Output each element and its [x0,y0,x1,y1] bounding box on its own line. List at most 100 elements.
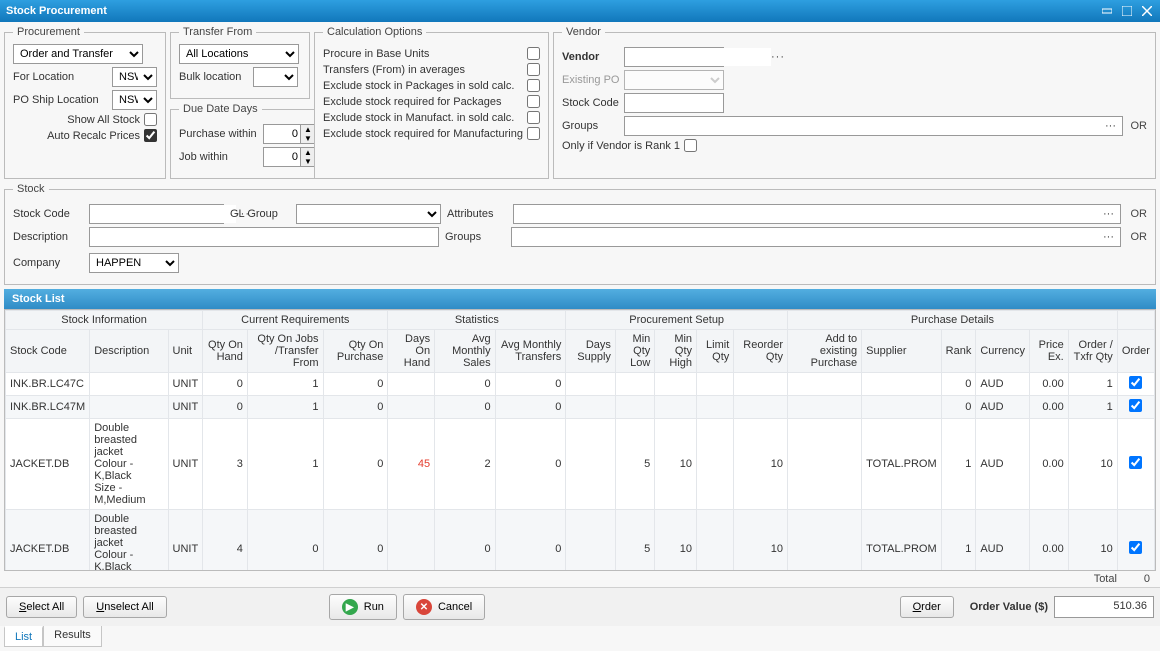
gl-group-select[interactable] [296,204,441,224]
column-header[interactable]: Qty On Hand [203,330,248,373]
calc-option-checkbox[interactable] [527,95,540,108]
attributes-lookup-icon[interactable]: ··· [1098,208,1120,220]
calc-option-checkbox[interactable] [527,127,540,140]
column-header[interactable]: Reorder Qty [734,330,788,373]
vendor-groups-lookup-icon[interactable]: ··· [1100,120,1122,132]
select-all-button[interactable]: Select All [6,596,77,618]
cell-px: 0.00 [1029,510,1068,572]
cell-aep [788,373,862,396]
calc-option-checkbox[interactable] [527,47,540,60]
calc-option-row: Exclude stock in Manufact. in sold calc. [323,111,540,124]
filter-groups-lookup-icon[interactable]: ··· [1098,231,1120,243]
purchase-within-down-icon[interactable]: ▼ [301,134,315,143]
for-location-select[interactable]: NSW [112,67,157,87]
order-checkbox[interactable] [1129,399,1142,412]
vendor-lookup-icon[interactable]: ··· [771,51,785,63]
job-within-up-icon[interactable]: ▲ [301,148,315,157]
column-header[interactable]: Qty On Purchase [323,330,388,373]
job-within-down-icon[interactable]: ▼ [301,157,315,166]
maximize-icon[interactable] [1120,4,1134,18]
attributes-input[interactable] [514,205,1098,223]
order-button[interactable]: Order [900,596,954,618]
filter-description-input[interactable] [89,227,439,247]
po-ship-location-select[interactable]: NSW [112,90,157,110]
cancel-button[interactable]: ✕Cancel [403,594,485,620]
column-header[interactable]: Currency [976,330,1030,373]
column-header[interactable]: Order / Txfr Qty [1068,330,1117,373]
column-header[interactable]: Description [90,330,168,373]
cell-ds [566,510,616,572]
due-date-days-panel: Due Date Days Purchase within▲▼ Job with… [170,103,325,179]
cell-ord[interactable] [1117,373,1154,396]
cell-amt: 0 [495,510,566,572]
vendor-input[interactable] [625,48,771,66]
cell-qop: 0 [323,419,388,510]
run-button[interactable]: ▶Run [329,594,397,620]
existing-po-select [624,70,724,90]
column-header[interactable]: Avg Monthly Transfers [495,330,566,373]
for-location-label: For Location [13,71,108,83]
column-header[interactable]: Avg Monthly Sales [435,330,496,373]
only-if-rank1-label: Only if Vendor is Rank 1 [562,140,680,152]
column-header[interactable]: Add to existing Purchase [788,330,862,373]
cell-ord[interactable] [1117,419,1154,510]
filter-groups-input[interactable] [512,228,1098,246]
purchase-within-input[interactable] [263,124,301,144]
purchase-within-up-icon[interactable]: ▲ [301,125,315,134]
column-group-header: Stock Information [6,311,203,330]
stock-grid[interactable]: Stock InformationCurrent RequirementsSta… [4,309,1156,571]
column-header[interactable]: Days Supply [566,330,616,373]
cell-mqh: 10 [655,419,697,510]
column-header[interactable]: Qty On Jobs /Transfer From [247,330,323,373]
cell-amt: 0 [495,419,566,510]
order-checkbox[interactable] [1129,456,1142,469]
dock-icon[interactable] [1100,4,1114,18]
calc-option-checkbox[interactable] [527,63,540,76]
cell-rq [734,373,788,396]
filter-stock-code-input[interactable] [90,205,236,223]
calc-option-checkbox[interactable] [527,79,540,92]
vendor-groups-box[interactable]: ··· [624,116,1123,136]
calc-option-checkbox[interactable] [527,111,540,124]
column-header[interactable]: Price Ex. [1029,330,1068,373]
show-all-stock-checkbox[interactable] [144,113,157,126]
only-if-rank1-checkbox[interactable] [684,139,697,152]
table-row[interactable]: JACKET.DBDouble breasted jacket Colour -… [6,419,1155,510]
close-icon[interactable] [1140,4,1154,18]
table-row[interactable]: INK.BR.LC47CUNIT010000AUD0.001 [6,373,1155,396]
order-checkbox[interactable] [1129,376,1142,389]
vendor-stock-code-input[interactable] [624,93,724,113]
column-header[interactable]: Min Qty High [655,330,697,373]
table-row[interactable]: INK.BR.LC47MUNIT010000AUD0.001 [6,396,1155,419]
auto-recalc-prices-checkbox[interactable] [144,129,157,142]
vendor-groups-input[interactable] [625,117,1100,135]
column-header[interactable]: Stock Code [6,330,90,373]
attributes-box[interactable]: ··· [513,204,1121,224]
job-within-input[interactable] [263,147,301,167]
column-header[interactable]: Days On Hand [388,330,435,373]
due-date-days-legend: Due Date Days [179,103,262,115]
company-select[interactable]: HAPPEN [89,253,179,273]
filter-groups-box[interactable]: ··· [511,227,1121,247]
column-header[interactable]: Order [1117,330,1154,373]
column-header[interactable]: Unit [168,330,203,373]
column-header[interactable]: Min Qty Low [615,330,654,373]
procurement-mode-select[interactable]: Order and Transfer [13,44,143,64]
order-checkbox[interactable] [1129,541,1142,554]
cell-qoj: 1 [247,373,323,396]
column-header[interactable]: Supplier [862,330,942,373]
column-header[interactable]: Rank [941,330,976,373]
table-row[interactable]: JACKET.DBDouble breasted jacket Colour -… [6,510,1155,572]
cell-lq [697,419,734,510]
column-header[interactable]: Limit Qty [697,330,734,373]
unselect-all-button[interactable]: Unselect All [83,596,166,618]
tab-results[interactable]: Results [43,626,102,647]
cell-ord[interactable] [1117,396,1154,419]
cell-ord[interactable] [1117,510,1154,572]
cell-unit: UNIT [168,419,203,510]
cell-px: 0.00 [1029,373,1068,396]
cell-doh [388,373,435,396]
transfer-from-select[interactable]: All Locations [179,44,299,64]
bulk-location-select[interactable] [253,67,298,87]
tab-list[interactable]: List [4,626,43,647]
